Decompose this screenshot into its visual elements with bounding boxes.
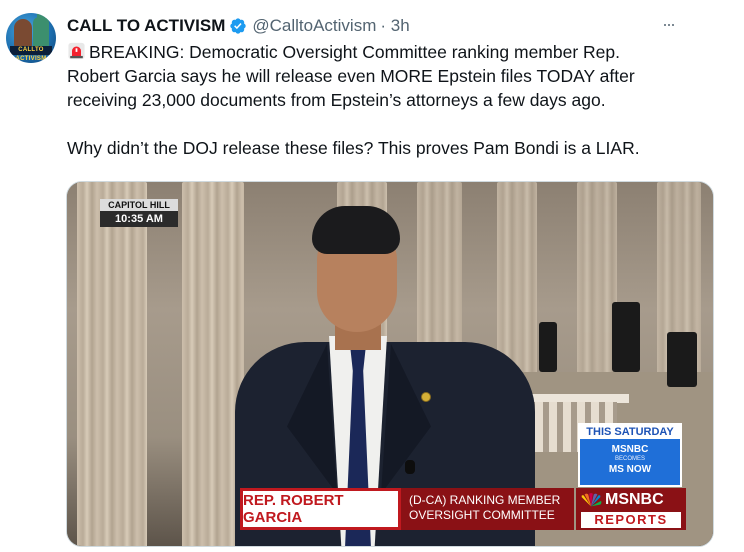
rotating-light-icon [68, 42, 85, 60]
camera-icon [539, 322, 557, 372]
promo-line-1: MSNBC [611, 444, 649, 455]
lower-third: REP. ROBERT GARCIA (D-CA) RANKING MEMBER… [240, 488, 574, 530]
location-label: CAPITOL HILL [100, 199, 178, 211]
lapel-mic-icon [405, 460, 415, 474]
promo-header: THIS SATURDAY [580, 425, 680, 439]
camera-icon [667, 332, 697, 387]
tweet-text-line-1: BREAKING: Democratic Oversight Committee… [89, 42, 620, 62]
promo-line-3: MS NOW [608, 464, 652, 475]
avatar-badge-text: CALLTO ACTIVISM [10, 46, 52, 62]
verified-badge-icon[interactable] [229, 17, 247, 35]
tweet-text-line-4: Why didn’t the DOJ release these files? … [67, 138, 640, 158]
network-logo: MSNBC [580, 490, 664, 510]
network-brand: MSNBC REPORTS [576, 488, 686, 530]
column [577, 182, 617, 382]
network-name: MSNBC [605, 491, 664, 508]
tweet-header: CALL TO ACTIVISM @CalltoActivism · 3h [67, 15, 410, 37]
peacock-icon [581, 493, 602, 507]
lower-third-name: REP. ROBERT GARCIA [240, 488, 401, 530]
more-options-icon[interactable] [664, 24, 674, 27]
timestamp[interactable]: · 3h [380, 16, 409, 36]
lower-third-title-line-2: OVERSIGHT COMMITTEE [409, 508, 555, 522]
location-bug: CAPITOL HILL 10:35 AM [100, 199, 178, 227]
tweet-text-line-3: receiving 23,000 documents from Epstein’… [67, 90, 606, 110]
camera-icon [612, 302, 640, 372]
profile-avatar[interactable]: CALLTO ACTIVISM [6, 13, 56, 63]
clock-label: 10:35 AM [100, 211, 178, 227]
tweet-line: BREAKING: Democratic Oversight Committee… [67, 40, 727, 64]
lower-third-title: (D-CA) RANKING MEMBER OVERSIGHT COMMITTE… [401, 488, 574, 530]
lapel-pin-icon [421, 392, 431, 402]
lower-third-title-line-1: (D-CA) RANKING MEMBER [409, 493, 561, 507]
user-handle[interactable]: @CalltoActivism [252, 16, 376, 36]
hair [312, 206, 400, 254]
promo-line-2: BECOMES [614, 456, 645, 462]
column [77, 182, 147, 546]
display-name[interactable]: CALL TO ACTIVISM [67, 16, 225, 36]
show-name: REPORTS [581, 512, 681, 528]
tweet-body: BREAKING: Democratic Oversight Committee… [67, 40, 727, 160]
avatar-figure [14, 19, 32, 49]
network-promo: THIS SATURDAY MSNBC BECOMES MS NOW [578, 423, 682, 487]
tweet-text-line-2: Robert Garcia says he will release even … [67, 66, 635, 86]
